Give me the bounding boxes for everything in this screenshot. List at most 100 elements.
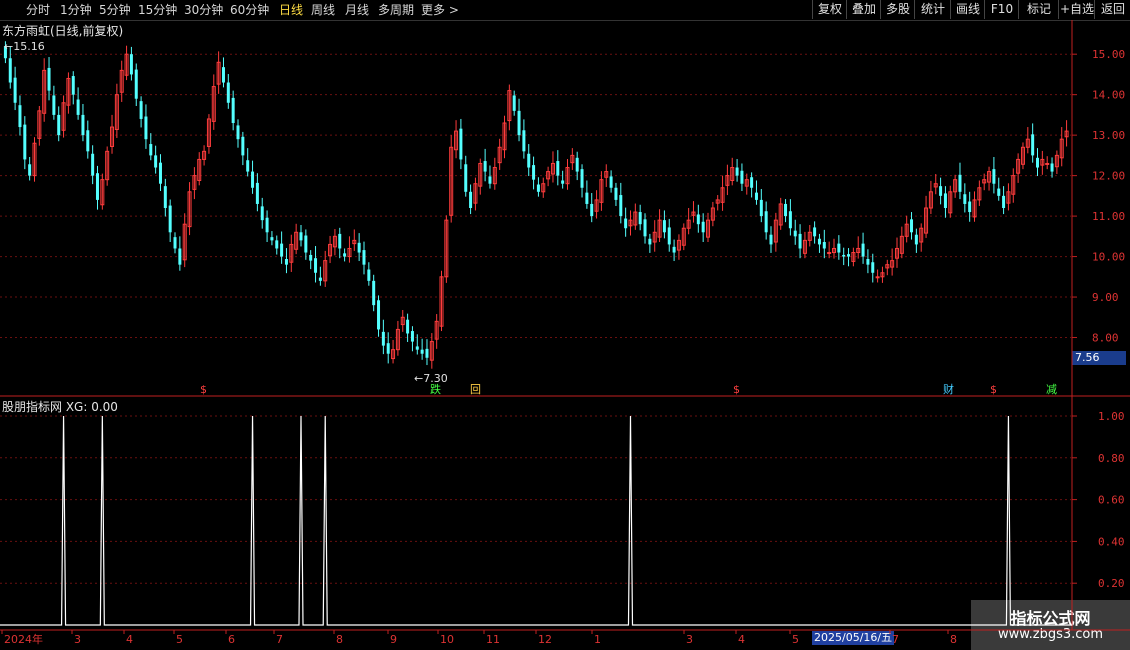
candle-body [943, 193, 947, 208]
candle-body [47, 67, 51, 91]
candle-body [362, 250, 366, 265]
candle-body [270, 237, 274, 241]
candle-body [914, 234, 918, 245]
candle-body [304, 235, 308, 253]
candle-body [420, 349, 424, 354]
chart-canvas[interactable]: 15.0014.0013.0012.0011.0010.009.008.00←1… [0, 0, 1130, 650]
event-marker: $ [733, 383, 740, 396]
candle-body [260, 206, 264, 221]
candle-body [381, 331, 385, 346]
candle-body [585, 192, 589, 204]
candle-body [18, 105, 22, 128]
candle-body [52, 95, 56, 115]
candle-body [415, 346, 419, 350]
candle-body [338, 233, 342, 249]
x-axis-label: 7 [276, 633, 283, 646]
candle-body [86, 130, 90, 152]
x-axis-label: 8 [950, 633, 957, 646]
candle-body [144, 116, 148, 140]
candle-body [939, 186, 943, 196]
candle-body [464, 164, 468, 192]
candle-body [8, 58, 12, 83]
candle-body [314, 258, 318, 273]
candle-body [575, 157, 579, 172]
candle-body [871, 262, 875, 273]
event-marker: 财 [943, 382, 954, 396]
candle-body [343, 253, 347, 257]
candle-body [788, 211, 792, 229]
event-marker: 跌 [430, 382, 441, 396]
candle-body [861, 243, 865, 257]
candle-body [740, 170, 744, 184]
candle-body [842, 254, 846, 257]
candle-body [57, 114, 61, 136]
price-axis-label: 15.00 [1092, 48, 1125, 61]
candle-body [241, 136, 245, 156]
candle-body [963, 194, 967, 204]
candle-body [609, 176, 613, 188]
price-axis-label: 12.00 [1092, 170, 1125, 183]
candle-body [817, 238, 821, 245]
candle-body [522, 130, 526, 152]
candle-body [1031, 134, 1035, 156]
candle-body [798, 233, 802, 249]
high-price-label: ←15.16 [4, 40, 45, 53]
candle-body [750, 177, 754, 188]
candle-body [149, 144, 153, 156]
candle-body [246, 160, 250, 172]
candle-body [866, 259, 870, 265]
candle-body [648, 238, 652, 245]
candle-body [784, 203, 788, 217]
price-axis-label: 14.00 [1092, 89, 1125, 102]
x-axis-label: 9 [390, 633, 397, 646]
candle-body [992, 169, 996, 184]
x-axis-label: 12 [538, 633, 552, 646]
candle-body [91, 153, 95, 176]
candle-body [701, 221, 705, 233]
candle-body [377, 300, 381, 330]
price-axis-label: 9.00 [1092, 291, 1119, 304]
candle-body [154, 155, 158, 168]
x-axis-label: 3 [74, 633, 81, 646]
event-marker: $ [990, 383, 997, 396]
candle-body [561, 180, 565, 184]
x-axis-label: 3 [686, 633, 693, 646]
candle-body [425, 348, 429, 358]
candle-body [958, 174, 962, 192]
candle-body [226, 82, 230, 103]
candle-body [527, 153, 531, 168]
candle-body [536, 184, 540, 192]
candle-body [483, 161, 487, 172]
candle-body [459, 128, 463, 160]
candle-body [129, 54, 133, 75]
candle-body [968, 201, 972, 213]
candle-body [847, 254, 851, 257]
price-axis-label: 13.00 [1092, 129, 1125, 142]
candle-body [158, 162, 162, 184]
candle-body [13, 77, 17, 103]
candle-body [139, 101, 143, 119]
candle-body [764, 211, 768, 233]
candle-body [28, 164, 32, 176]
candle-body [638, 212, 642, 225]
candle-body [875, 276, 880, 279]
candle-body [410, 331, 414, 342]
candle-body [309, 254, 313, 261]
candle-body [280, 243, 284, 257]
candle-body [643, 219, 647, 237]
candle-body [275, 240, 279, 249]
candle-body [735, 167, 739, 176]
candle-body [532, 165, 536, 180]
candle-body [178, 248, 182, 265]
indicator-axis-label: 0.40 [1098, 535, 1125, 548]
candle-body [793, 230, 797, 237]
candle-body [619, 195, 623, 217]
x-axis-label: 4 [126, 633, 133, 646]
candle-body [386, 343, 390, 354]
x-axis-label: 10 [440, 633, 454, 646]
candle-body [662, 220, 666, 233]
price-axis-label: 8.00 [1092, 332, 1119, 345]
candle-body [23, 124, 27, 160]
candle-body [1045, 162, 1050, 165]
candle-body [813, 227, 817, 237]
